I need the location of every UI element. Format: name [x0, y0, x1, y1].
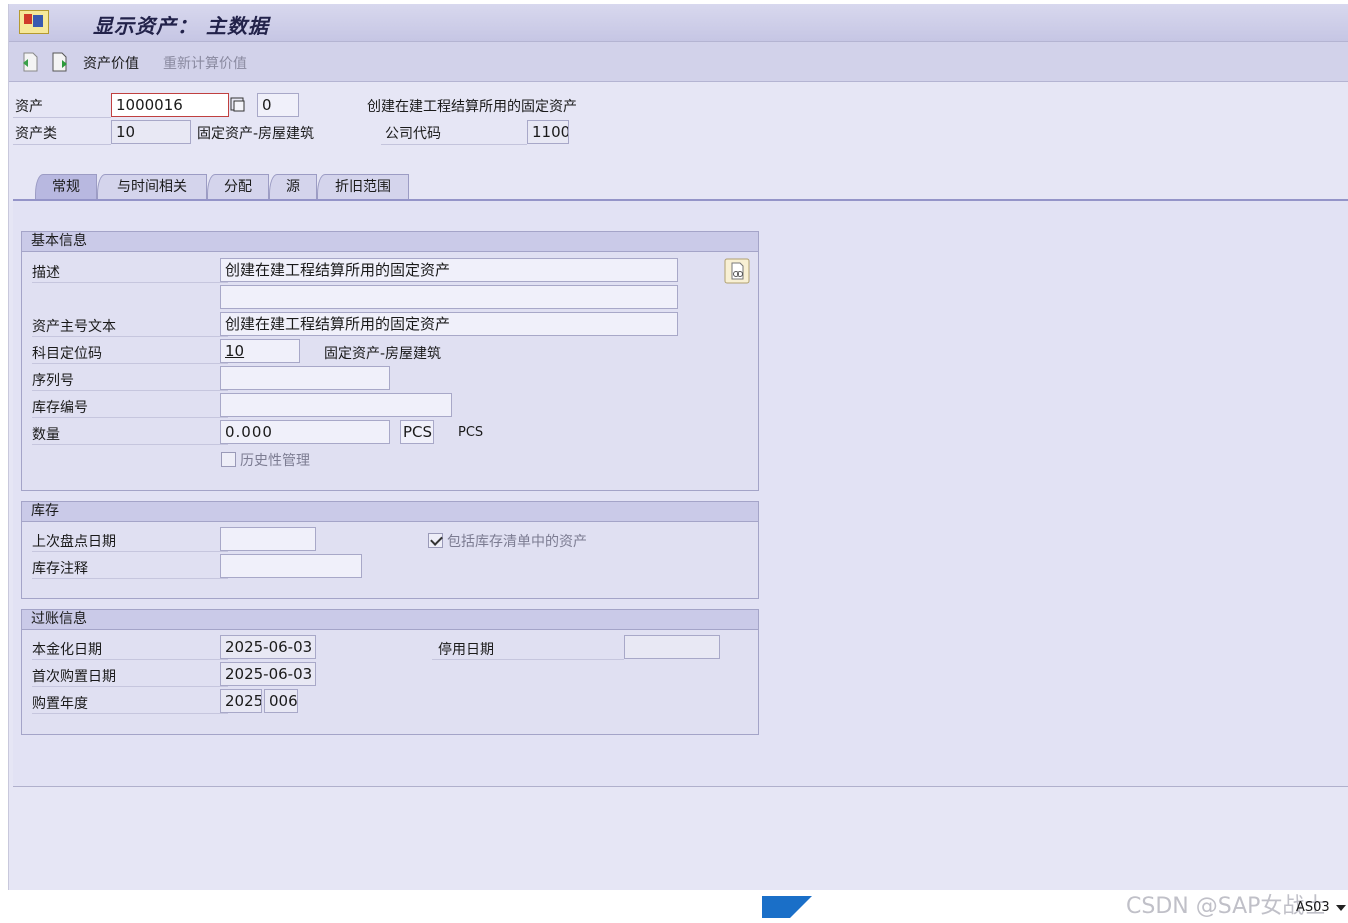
deactivation-date-label: 停用日期 — [438, 642, 494, 658]
unit-field[interactable]: PCS — [400, 420, 434, 444]
group-inventory: 库存 上次盘点日期 包括库存清单中的资产 库存注释 — [21, 501, 759, 599]
include-inventory-label: 包括库存清单中的资产 — [447, 534, 587, 550]
inventory-number-label: 库存编号 — [32, 400, 88, 416]
copy-icon[interactable] — [229, 96, 247, 114]
serial-number-field[interactable] — [220, 366, 390, 390]
history-checkbox[interactable] — [221, 452, 236, 467]
row-line — [32, 578, 228, 579]
long-text-icon[interactable] — [724, 258, 750, 284]
asset-label: 资产 — [15, 99, 43, 115]
deactivation-date-field — [624, 635, 720, 659]
acquisition-year-field: 2025 — [220, 689, 262, 713]
tab-panel-general: 基本信息 描述 创建在建工程结算所用的固定资产 资产主号文本 创建在建工程结算所… — [13, 199, 1348, 787]
row-line — [32, 659, 228, 660]
account-determination-label: 科目定位码 — [32, 346, 102, 362]
account-determination-text: 固定资产-房屋建筑 — [324, 346, 442, 362]
serial-number-label: 序列号 — [32, 373, 74, 389]
quantity-label: 数量 — [32, 427, 60, 443]
row-line — [32, 282, 228, 283]
system-status[interactable]: AS03 — [1296, 900, 1330, 915]
recalculate-values-button[interactable]: 重新计算价值 — [163, 53, 247, 73]
main-text-field[interactable]: 创建在建工程结算所用的固定资产 — [220, 312, 678, 336]
description-label: 描述 — [32, 265, 60, 281]
tab-time-dependent[interactable]: 与时间相关 — [97, 174, 207, 199]
unit-text: PCS — [458, 425, 484, 440]
company-code-field: 1100 — [527, 120, 569, 144]
asset-class-text: 固定资产-房屋建筑 — [197, 126, 315, 142]
row-line — [32, 713, 228, 714]
acquisition-period-field: 006 — [264, 689, 298, 713]
asset-label-line — [13, 117, 111, 118]
account-determination-field[interactable]: 10 — [220, 339, 300, 363]
company-code-line — [381, 144, 527, 145]
include-inventory-checkbox[interactable] — [428, 533, 443, 548]
tab-general[interactable]: 常规 — [35, 174, 97, 199]
group-title: 基本信息 — [22, 232, 758, 252]
capitalization-date-field: 2025-06-03 — [220, 635, 316, 659]
last-inventory-date-field[interactable] — [220, 527, 316, 551]
row-line — [32, 363, 228, 364]
tab-depreciation-areas[interactable]: 折旧范围 — [317, 174, 409, 199]
row-line — [32, 336, 228, 337]
row-line — [32, 444, 228, 445]
previous-object-icon[interactable] — [21, 52, 39, 72]
quantity-field[interactable]: 0.000 — [220, 420, 390, 444]
last-inventory-date-label: 上次盘点日期 — [32, 534, 116, 550]
asset-description: 创建在建工程结算所用的固定资产 — [367, 99, 577, 115]
row-line — [32, 417, 228, 418]
asset-class-label: 资产类 — [15, 126, 57, 142]
acquisition-year-label: 购置年度 — [32, 696, 88, 712]
inventory-note-field[interactable] — [220, 554, 362, 578]
group-title: 过账信息 — [22, 610, 758, 630]
sap-logo — [762, 896, 812, 918]
first-acquisition-label: 首次购置日期 — [32, 669, 116, 685]
title-bar: 显示资产： 主数据 — [9, 4, 1348, 42]
status-dropdown-icon[interactable] — [1336, 904, 1346, 912]
page-title: 显示资产： 主数据 — [93, 14, 269, 38]
row-line — [432, 659, 624, 660]
sap-window: 显示资产： 主数据 资产价值 重新计算价值 资产 1000016 0 创建在建工… — [8, 4, 1348, 890]
main-text-label: 资产主号文本 — [32, 319, 116, 335]
asset-class-field: 10 — [111, 120, 191, 144]
description-field-2[interactable] — [220, 285, 678, 309]
inventory-note-label: 库存注释 — [32, 561, 88, 577]
asset-values-button[interactable]: 资产价值 — [83, 53, 139, 73]
application-toolbar: 资产价值 重新计算价值 — [9, 42, 1348, 82]
next-object-icon[interactable] — [51, 52, 69, 72]
history-label: 历史性管理 — [240, 453, 310, 469]
description-field-1[interactable]: 创建在建工程结算所用的固定资产 — [220, 258, 678, 282]
inventory-number-field[interactable] — [220, 393, 452, 417]
group-general-data: 基本信息 描述 创建在建工程结算所用的固定资产 资产主号文本 创建在建工程结算所… — [21, 231, 759, 491]
row-line — [32, 390, 228, 391]
group-posting-info: 过账信息 本金化日期 2025-06-03 停用日期 首次购置日期 2025-0… — [21, 609, 759, 735]
row-line — [32, 686, 228, 687]
menu-icon[interactable] — [19, 10, 49, 34]
asset-number-field[interactable]: 1000016 — [111, 93, 229, 117]
company-code-label: 公司代码 — [385, 126, 441, 142]
group-title: 库存 — [22, 502, 758, 522]
tab-allocations[interactable]: 分配 — [207, 174, 269, 199]
capitalization-date-label: 本金化日期 — [32, 642, 102, 658]
asset-class-line — [13, 144, 111, 145]
row-line — [32, 551, 228, 552]
sub-number-field[interactable]: 0 — [257, 93, 299, 117]
first-acquisition-field: 2025-06-03 — [220, 662, 316, 686]
tab-origin[interactable]: 源 — [269, 174, 317, 199]
